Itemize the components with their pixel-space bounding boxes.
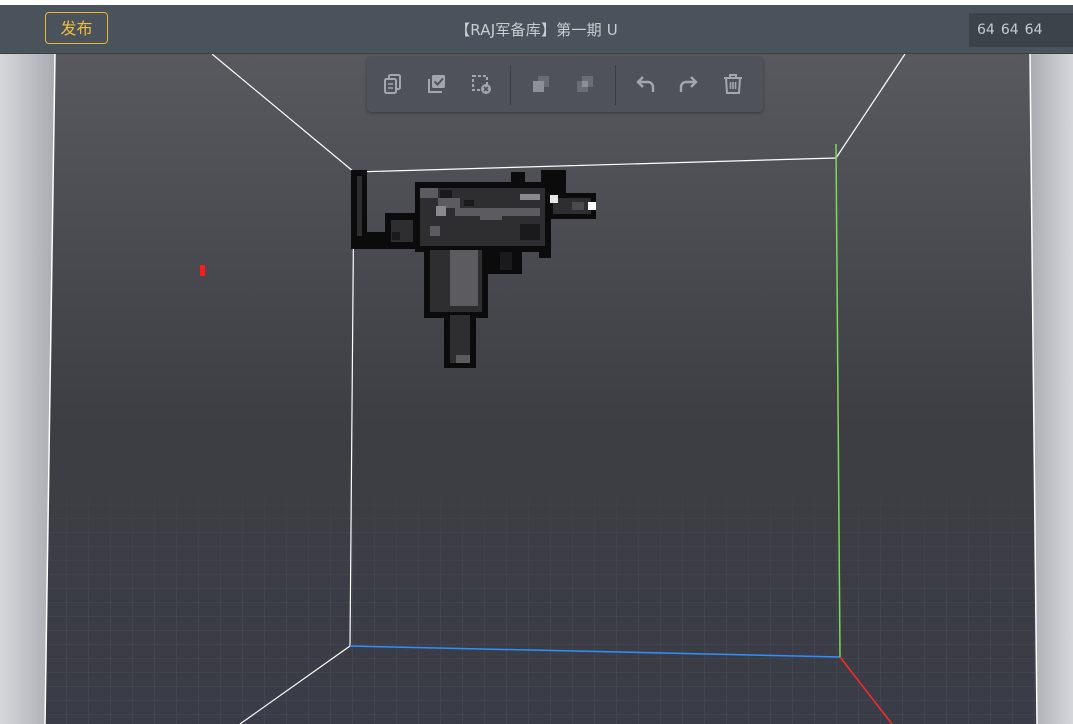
size-z: 64 <box>1024 22 1043 38</box>
size-x: 64 <box>977 22 995 38</box>
copy-icon <box>384 74 401 94</box>
redo-button[interactable] <box>676 71 702 97</box>
scene-canvas[interactable] <box>0 54 1073 724</box>
voxel-editor: 发布 【RAJ军备库】第一期 U 64 64 64 <box>0 0 1073 724</box>
layer-back-icon <box>577 76 593 92</box>
paste-check-icon <box>428 75 445 93</box>
redo-icon <box>679 76 698 92</box>
bring-front-button[interactable] <box>528 71 554 97</box>
undo-button[interactable] <box>632 71 658 97</box>
clear-selection-icon <box>472 75 491 94</box>
clear-selection-button[interactable] <box>468 71 494 97</box>
layer-front-icon <box>533 76 549 92</box>
trash-icon <box>724 74 742 94</box>
delete-button[interactable] <box>720 71 746 97</box>
floor-grid <box>0 470 1073 724</box>
undo-icon <box>636 76 655 92</box>
toolbar-separator <box>615 65 616 105</box>
header-bar: 发布 【RAJ军备库】第一期 U 64 64 64 <box>0 5 1073 54</box>
edit-toolbar <box>367 57 763 112</box>
document-title: 【RAJ军备库】第一期 U <box>455 21 618 39</box>
toolbar-separator <box>510 65 511 105</box>
send-back-button[interactable] <box>572 71 598 97</box>
paste-confirm-button[interactable] <box>424 71 450 97</box>
copy-button[interactable] <box>380 71 406 97</box>
cursor-marker <box>200 265 205 276</box>
3d-viewport[interactable] <box>0 54 1073 724</box>
grid-size-display[interactable]: 64 64 64 <box>969 13 1073 47</box>
size-y: 64 <box>1000 22 1019 38</box>
